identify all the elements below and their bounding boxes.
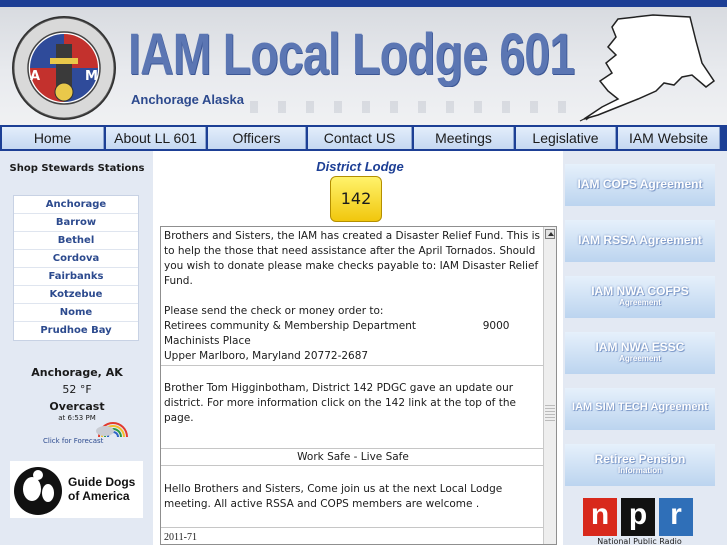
stations-list: Anchorage Barrow Bethel Cordova Fairbank… (13, 195, 139, 341)
agreement-title: IAM NWA COFPS (591, 284, 689, 298)
agreement-title: IAM COPS Agreement (577, 177, 703, 191)
npr-letter-n: n (583, 498, 617, 536)
news-text: Please send the check or money order to: (164, 305, 384, 317)
weather-widget: Anchorage, AK 52 °F Overcast at 6:53 PM (6, 366, 148, 422)
nav-officers[interactable]: Officers (208, 127, 306, 149)
district-142-badge[interactable]: 142 (330, 176, 382, 222)
news-scrollbar[interactable] (543, 227, 556, 544)
iam-sim-tech-agreement-link[interactable]: IAM SIM TECH Agreement (565, 388, 715, 430)
seal-letter-m: M (85, 69, 98, 84)
news-item-work-safe: Work Safe - Live Safe (161, 449, 545, 466)
station-fairbanks[interactable]: Fairbanks (14, 268, 138, 286)
nav-home[interactable]: Home (2, 127, 104, 149)
nav-meetings[interactable]: Meetings (414, 127, 514, 149)
guide-dogs-banner[interactable]: Guide Dogs of America (10, 461, 143, 518)
header-banner: A M IAM Local Lodge 601 Anchorage Alaska (0, 7, 727, 125)
weather-condition: Overcast (49, 400, 105, 413)
seal-letter-a: A (30, 69, 41, 84)
station-nome[interactable]: Nome (14, 304, 138, 322)
guide-dogs-line2: of America (68, 489, 130, 503)
iam-rssa-agreement-link[interactable]: IAM RSSA Agreement (565, 220, 715, 262)
agreement-subtitle: Information (618, 466, 662, 475)
alaska-map-icon (579, 14, 716, 122)
scroll-up-arrow-icon[interactable] (545, 229, 555, 239)
site-title: IAM Local Lodge 601 (128, 22, 575, 87)
iam-seal-logo[interactable] (10, 14, 118, 122)
retiree-pension-link[interactable]: Retiree Pension Information (565, 444, 715, 486)
nav-legislative[interactable]: Legislative (516, 127, 616, 149)
agreement-title: IAM NWA ESSC (595, 340, 685, 354)
station-bethel[interactable]: Bethel (14, 232, 138, 250)
nav-about[interactable]: About LL 601 (106, 127, 206, 149)
stations-heading: Shop Stewards Stations (9, 163, 145, 174)
iam-cops-agreement-link[interactable]: IAM COPS Agreement (565, 164, 715, 206)
news-item-2011-71: 2011-71 (161, 528, 545, 544)
news-scroll-frame[interactable]: Brothers and Sisters, the IAM has create… (160, 226, 557, 545)
guide-dog-icon (14, 467, 62, 515)
news-item-disaster-relief: Brothers and Sisters, the IAM has create… (161, 227, 545, 366)
news-text: 2011-71 (164, 532, 197, 543)
news-list: Brothers and Sisters, the IAM has create… (161, 227, 545, 544)
station-anchorage[interactable]: Anchorage (14, 196, 138, 214)
station-barrow[interactable]: Barrow (14, 214, 138, 232)
weather-city: Anchorage, AK (31, 366, 123, 379)
agreement-title: IAM SIM TECH Agreement (572, 401, 708, 413)
guide-dogs-line1: Guide Dogs (68, 475, 136, 489)
weather-temp: 52 °F (62, 383, 92, 396)
news-text: Hello Brothers and Sisters, Come join us… (164, 483, 503, 510)
agreement-subtitle: Agreement (619, 298, 661, 307)
iam-nwa-essc-link[interactable]: IAM NWA ESSC Agreement (565, 332, 715, 374)
agreement-title: IAM RSSA Agreement (578, 233, 702, 247)
news-item-district-update: Brother Tom Higginbotham, District 142 P… (161, 366, 545, 449)
banner-decoration (250, 101, 580, 113)
site-subtitle: Anchorage Alaska (131, 92, 244, 107)
top-stripe (0, 0, 727, 7)
scroll-grip-icon[interactable] (545, 405, 555, 423)
forecast-link[interactable]: Click for Forecast (43, 437, 103, 445)
npr-letter-r: r (659, 498, 693, 536)
cloud-rainbow-icon[interactable] (93, 419, 131, 439)
npr-logo-link[interactable]: n p r National Public Radio (583, 498, 696, 546)
news-text: Retirees community & Membership Departme… (164, 320, 513, 347)
agreement-title: Retiree Pension (594, 452, 686, 466)
iam-nwa-cofps-link[interactable]: IAM NWA COFPS Agreement (565, 276, 715, 318)
news-text: Work Safe - Live Safe (297, 451, 409, 463)
guide-dogs-text: Guide Dogs of America (68, 475, 135, 503)
npr-letter-p: p (621, 498, 655, 536)
news-item-meeting: Hello Brothers and Sisters, Come join us… (161, 466, 545, 528)
news-text: Upper Marlboro, Maryland 20772-2687 (164, 350, 369, 362)
news-text: Brother Tom Higginbotham, District 142 P… (164, 382, 516, 424)
news-spacer (164, 289, 542, 304)
district-lodge-title[interactable]: District Lodge (160, 159, 560, 174)
station-kotzebue[interactable]: Kotzebue (14, 286, 138, 304)
nav-iam-website[interactable]: IAM Website (618, 127, 720, 149)
news-text: Brothers and Sisters, the IAM has create… (164, 230, 541, 287)
station-cordova[interactable]: Cordova (14, 250, 138, 268)
nav-contact[interactable]: Contact US (308, 127, 412, 149)
agreement-subtitle: Agreement (619, 354, 661, 363)
station-prudhoe-bay[interactable]: Prudhoe Bay (14, 322, 138, 340)
